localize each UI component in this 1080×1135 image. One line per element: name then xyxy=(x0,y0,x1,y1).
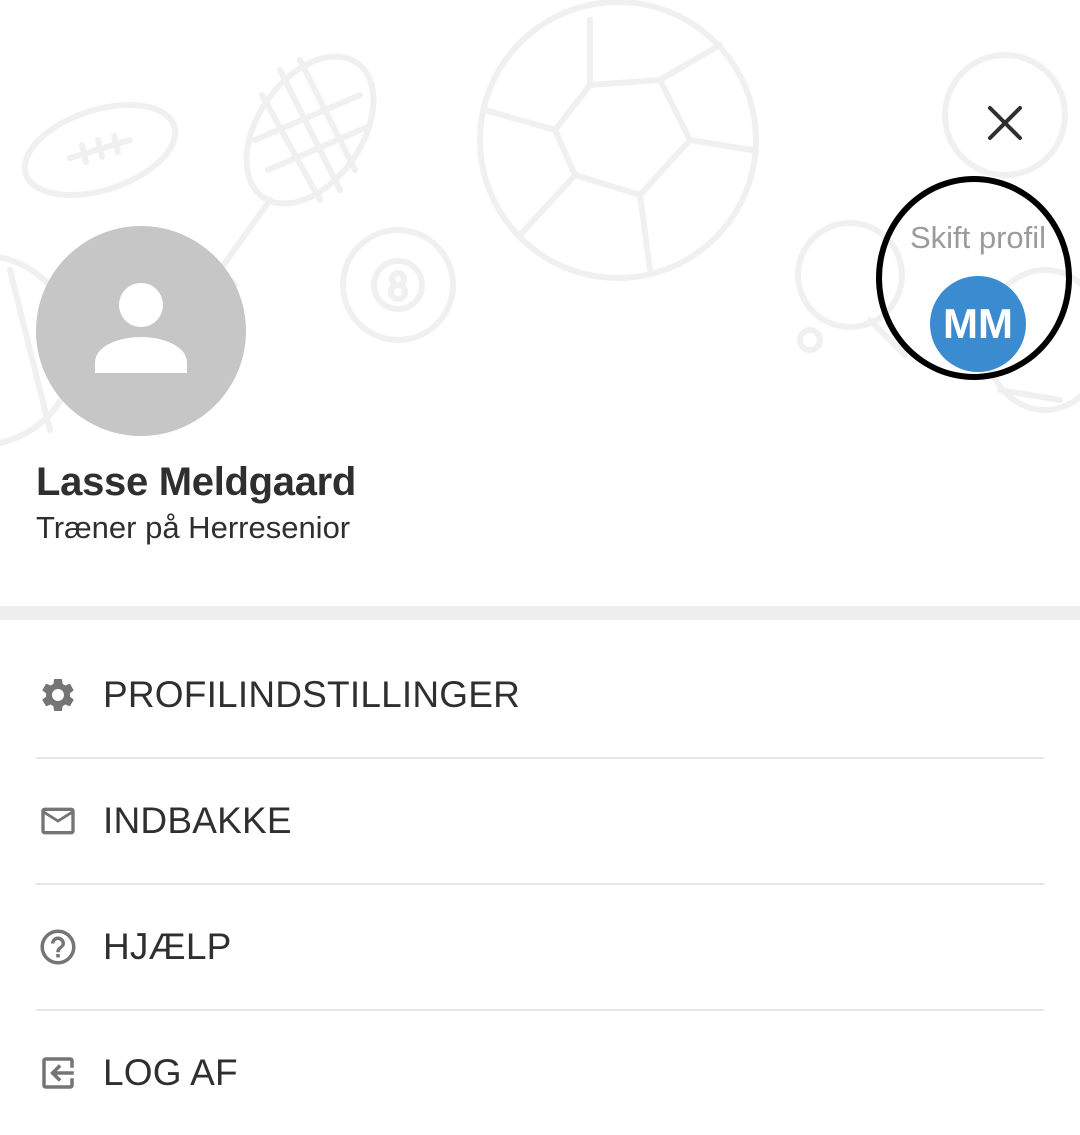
switch-profile-avatar: MM xyxy=(930,276,1026,372)
racket-doodle xyxy=(207,53,377,288)
profile-drawer: Lasse Meldgaard Træner på Herresenior Sk… xyxy=(0,0,1080,1135)
soccer-ball-doodle xyxy=(477,0,759,281)
switch-profile-label: Skift profil xyxy=(909,220,1047,255)
profile-menu: PROFILINDSTILLINGER INDBAKKE HJÆLP LOG A… xyxy=(0,633,1080,1135)
logout-icon xyxy=(36,1051,80,1095)
menu-item-label: LOG AF xyxy=(103,1052,238,1093)
menu-item-inbox[interactable]: INDBAKKE xyxy=(36,759,1044,885)
menu-item-profile-settings[interactable]: PROFILINDSTILLINGER xyxy=(36,633,1044,759)
mail-icon xyxy=(36,799,80,843)
section-divider xyxy=(0,606,1080,620)
menu-item-help[interactable]: HJÆLP xyxy=(36,885,1044,1011)
close-icon xyxy=(988,106,1022,140)
close-button[interactable] xyxy=(970,88,1040,158)
switch-profile-button[interactable]: Skift profil MM xyxy=(876,176,1080,390)
menu-item-label: INDBAKKE xyxy=(103,800,292,841)
user-name: Lasse Meldgaard xyxy=(36,460,357,504)
gear-icon xyxy=(36,673,80,717)
menu-item-label: HJÆLP xyxy=(103,926,232,967)
person-icon xyxy=(95,283,187,373)
football-doodle xyxy=(21,101,179,199)
help-icon xyxy=(36,925,80,969)
menu-item-logout[interactable]: LOG AF xyxy=(36,1011,1044,1135)
menu-item-label: PROFILINDSTILLINGER xyxy=(103,674,521,715)
avatar xyxy=(36,226,246,436)
billiard-ball-doodle xyxy=(340,227,456,343)
user-role: Træner på Herresenior xyxy=(36,510,351,545)
profile-header: Lasse Meldgaard Træner på Herresenior Sk… xyxy=(0,0,1080,606)
